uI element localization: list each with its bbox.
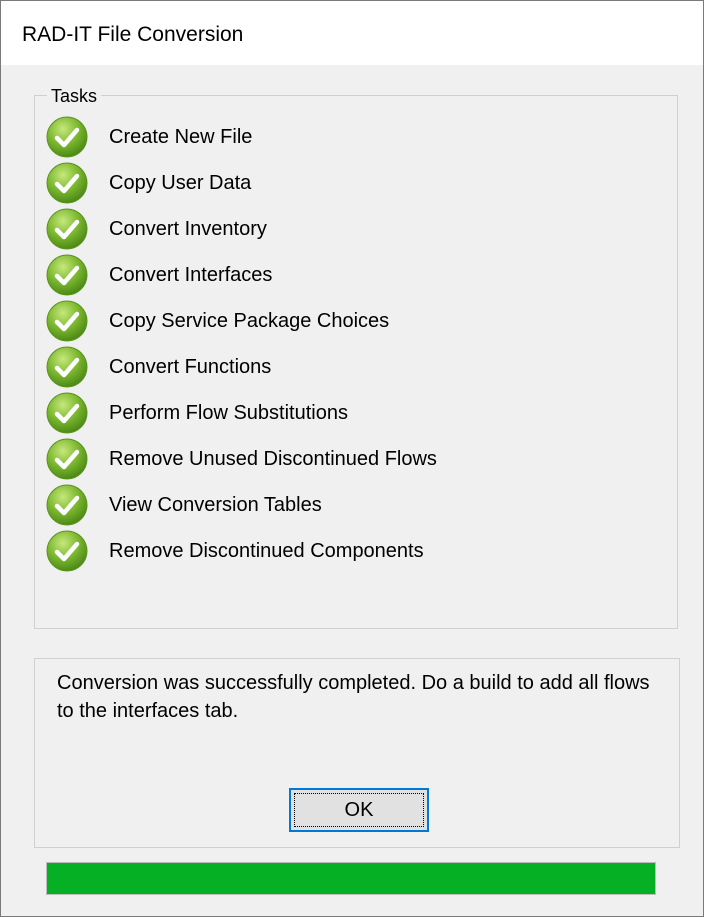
green-check-icon (46, 208, 88, 250)
progress-fill (47, 863, 655, 894)
task-list: Create New File Copy User Data Convert I… (45, 114, 437, 574)
task-item: Copy Service Package Choices (45, 298, 437, 344)
task-label: Convert Functions (109, 355, 272, 378)
message-panel: Conversion was successfully completed. D… (34, 658, 680, 848)
green-check-icon (46, 254, 88, 296)
ok-button[interactable]: OK (289, 788, 429, 832)
task-item: Convert Interfaces (45, 252, 437, 298)
task-item: Create New File (45, 114, 437, 160)
task-label: Copy User Data (109, 171, 252, 194)
task-label: Copy Service Package Choices (109, 309, 390, 332)
green-check-icon (46, 484, 88, 526)
ok-button-label: OK (344, 798, 374, 821)
task-label: Create New File (109, 125, 253, 148)
green-check-icon (46, 346, 88, 388)
green-check-icon (46, 438, 88, 480)
green-check-icon (46, 162, 88, 204)
green-check-icon (46, 392, 88, 434)
task-item: View Conversion Tables (45, 482, 437, 528)
task-label: Convert Interfaces (109, 263, 273, 286)
progress-bar (46, 862, 656, 895)
conversion-dialog: RAD-IT File Conversion Tasks Create New … (0, 0, 704, 917)
green-check-icon (46, 116, 88, 158)
task-label: Remove Unused Discontinued Flows (109, 447, 437, 470)
task-item: Copy User Data (45, 160, 437, 206)
task-item: Convert Inventory (45, 206, 437, 252)
status-message: Conversion was successfully completed. D… (57, 672, 650, 722)
title-bar[interactable]: RAD-IT File Conversion (1, 1, 703, 65)
task-item: Convert Functions (45, 344, 437, 390)
window-title: RAD-IT File Conversion (22, 23, 244, 46)
green-check-icon (46, 300, 88, 342)
task-label: Convert Inventory (109, 217, 267, 240)
task-item: Remove Unused Discontinued Flows (45, 436, 437, 482)
task-label: View Conversion Tables (109, 493, 322, 516)
tasks-group-label: Tasks (47, 86, 102, 107)
task-item: Perform Flow Substitutions (45, 390, 437, 436)
green-check-icon (46, 530, 88, 572)
task-label: Perform Flow Substitutions (109, 401, 348, 424)
task-label: Remove Discontinued Components (109, 539, 424, 562)
task-item: Remove Discontinued Components (45, 528, 437, 574)
